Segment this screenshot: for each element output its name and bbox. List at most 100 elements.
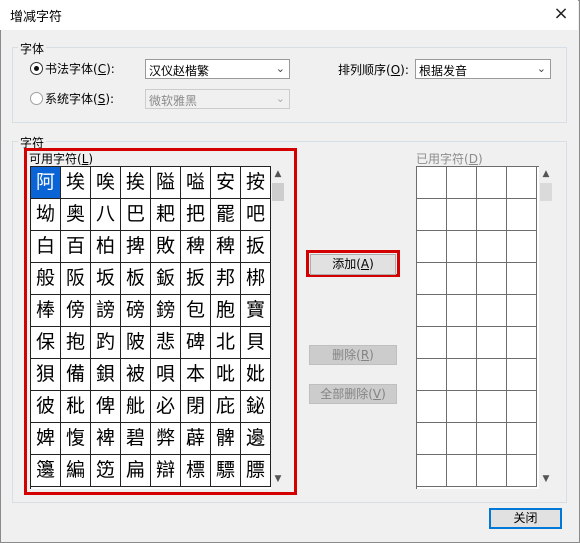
char-cell[interactable]: 趵 bbox=[91, 327, 121, 359]
available-chars-grid[interactable]: 阿埃唉挨隘嗌安按坳奥八巴耙把罷吧白百柏捭敗稗稗扳般阪坂板鈑扳邦梆棒傍謗磅鎊包胞寶… bbox=[30, 166, 271, 489]
char-cell[interactable]: 笾 bbox=[91, 455, 121, 487]
char-cell[interactable]: 庇 bbox=[211, 391, 241, 423]
used-char-cell[interactable] bbox=[417, 295, 447, 327]
char-cell[interactable]: 北 bbox=[211, 327, 241, 359]
used-char-cell[interactable] bbox=[447, 327, 477, 359]
char-cell[interactable]: 碧 bbox=[121, 423, 151, 455]
char-cell[interactable]: 挨 bbox=[121, 167, 151, 199]
char-cell[interactable]: 保 bbox=[31, 327, 61, 359]
used-char-cell[interactable] bbox=[417, 199, 447, 231]
char-cell[interactable]: 扁 bbox=[121, 455, 151, 487]
char-cell[interactable]: 捭 bbox=[121, 231, 151, 263]
char-cell[interactable]: 鎊 bbox=[151, 295, 181, 327]
char-cell[interactable]: 包 bbox=[181, 295, 211, 327]
char-cell[interactable]: 耙 bbox=[151, 199, 181, 231]
char-cell[interactable]: 邦 bbox=[211, 263, 241, 295]
used-char-cell[interactable] bbox=[417, 359, 447, 391]
used-char-cell[interactable] bbox=[477, 455, 507, 487]
system-font-select[interactable]: 微软雅黑 ⌄ bbox=[145, 89, 290, 109]
used-char-cell[interactable] bbox=[507, 231, 537, 263]
used-char-cell[interactable] bbox=[447, 167, 477, 199]
used-char-cell[interactable] bbox=[507, 359, 537, 391]
close-icon[interactable]: × bbox=[548, 2, 574, 26]
scroll-thumb[interactable] bbox=[272, 183, 284, 201]
used-char-cell[interactable] bbox=[417, 327, 447, 359]
char-cell[interactable]: 籩 bbox=[31, 455, 61, 487]
used-char-cell[interactable] bbox=[507, 391, 537, 423]
used-char-cell[interactable] bbox=[477, 391, 507, 423]
available-chars-scrollbar[interactable]: ▲ ▼ bbox=[271, 167, 285, 488]
char-cell[interactable]: 愎 bbox=[61, 423, 91, 455]
scroll-down-icon[interactable]: ▼ bbox=[271, 472, 285, 486]
scroll-up-icon[interactable]: ▲ bbox=[539, 167, 553, 181]
used-char-cell[interactable] bbox=[447, 199, 477, 231]
char-cell[interactable]: 般 bbox=[31, 263, 61, 295]
char-cell[interactable]: 梆 bbox=[241, 263, 271, 295]
char-cell[interactable]: 閉 bbox=[181, 391, 211, 423]
used-char-cell[interactable] bbox=[477, 423, 507, 455]
char-cell[interactable]: 百 bbox=[61, 231, 91, 263]
used-char-cell[interactable] bbox=[447, 391, 477, 423]
used-char-cell[interactable] bbox=[477, 263, 507, 295]
char-cell[interactable]: 阿 bbox=[31, 167, 61, 199]
add-button[interactable]: 添加(A) bbox=[310, 254, 396, 275]
char-cell[interactable]: 隘 bbox=[151, 167, 181, 199]
used-char-cell[interactable] bbox=[417, 455, 447, 487]
used-char-cell[interactable] bbox=[507, 167, 537, 199]
char-cell[interactable]: 髀 bbox=[211, 423, 241, 455]
used-char-cell[interactable] bbox=[447, 231, 477, 263]
used-char-cell[interactable] bbox=[507, 263, 537, 295]
char-cell[interactable]: 標 bbox=[181, 455, 211, 487]
system-font-radio[interactable] bbox=[30, 92, 43, 105]
char-cell[interactable]: 妣 bbox=[241, 359, 271, 391]
close-button[interactable]: 关闭 bbox=[489, 508, 562, 529]
char-cell[interactable]: 寶 bbox=[241, 295, 271, 327]
used-char-cell[interactable] bbox=[477, 167, 507, 199]
char-cell[interactable]: 罷 bbox=[211, 199, 241, 231]
char-cell[interactable]: 敗 bbox=[151, 231, 181, 263]
used-char-cell[interactable] bbox=[507, 327, 537, 359]
used-char-cell[interactable] bbox=[477, 295, 507, 327]
used-char-cell[interactable] bbox=[417, 167, 447, 199]
used-char-cell[interactable] bbox=[507, 295, 537, 327]
char-cell[interactable]: 安 bbox=[211, 167, 241, 199]
used-char-cell[interactable] bbox=[477, 359, 507, 391]
used-char-cell[interactable] bbox=[507, 199, 537, 231]
char-cell[interactable]: 唉 bbox=[91, 167, 121, 199]
char-cell[interactable]: 阪 bbox=[61, 263, 91, 295]
char-cell[interactable]: 鉍 bbox=[241, 391, 271, 423]
char-cell[interactable]: 巴 bbox=[121, 199, 151, 231]
used-char-cell[interactable] bbox=[417, 423, 447, 455]
char-cell[interactable]: 驃 bbox=[211, 455, 241, 487]
used-char-cell[interactable] bbox=[447, 423, 477, 455]
used-char-cell[interactable] bbox=[447, 295, 477, 327]
char-cell[interactable]: 秕 bbox=[61, 391, 91, 423]
char-cell[interactable]: 傍 bbox=[61, 295, 91, 327]
char-cell[interactable]: 弊 bbox=[151, 423, 181, 455]
remove-button[interactable]: 删除(R) bbox=[309, 345, 397, 365]
char-cell[interactable]: 嗌 bbox=[181, 167, 211, 199]
char-cell[interactable]: 必 bbox=[151, 391, 181, 423]
char-cell[interactable]: 彼 bbox=[31, 391, 61, 423]
char-cell[interactable]: 邊 bbox=[241, 423, 271, 455]
calligraphy-font-label[interactable]: 书法字体(C): bbox=[45, 60, 115, 77]
char-cell[interactable]: 把 bbox=[181, 199, 211, 231]
used-char-cell[interactable] bbox=[477, 199, 507, 231]
char-cell[interactable]: 八 bbox=[91, 199, 121, 231]
char-cell[interactable]: 奥 bbox=[61, 199, 91, 231]
char-cell[interactable]: 扳 bbox=[241, 231, 271, 263]
used-char-cell[interactable] bbox=[507, 455, 537, 487]
char-cell[interactable]: 謗 bbox=[91, 295, 121, 327]
calligraphy-font-radio[interactable] bbox=[30, 62, 43, 75]
char-cell[interactable]: 備 bbox=[61, 359, 91, 391]
char-cell[interactable]: 本 bbox=[181, 359, 211, 391]
char-cell[interactable]: 辯 bbox=[151, 455, 181, 487]
scroll-thumb[interactable] bbox=[540, 183, 552, 201]
char-cell[interactable]: 膘 bbox=[241, 455, 271, 487]
char-cell[interactable]: 俾 bbox=[91, 391, 121, 423]
used-chars-grid[interactable] bbox=[416, 166, 539, 489]
char-cell[interactable]: 埃 bbox=[61, 167, 91, 199]
char-cell[interactable]: 抱 bbox=[61, 327, 91, 359]
used-char-cell[interactable] bbox=[507, 423, 537, 455]
char-cell[interactable]: 磅 bbox=[121, 295, 151, 327]
